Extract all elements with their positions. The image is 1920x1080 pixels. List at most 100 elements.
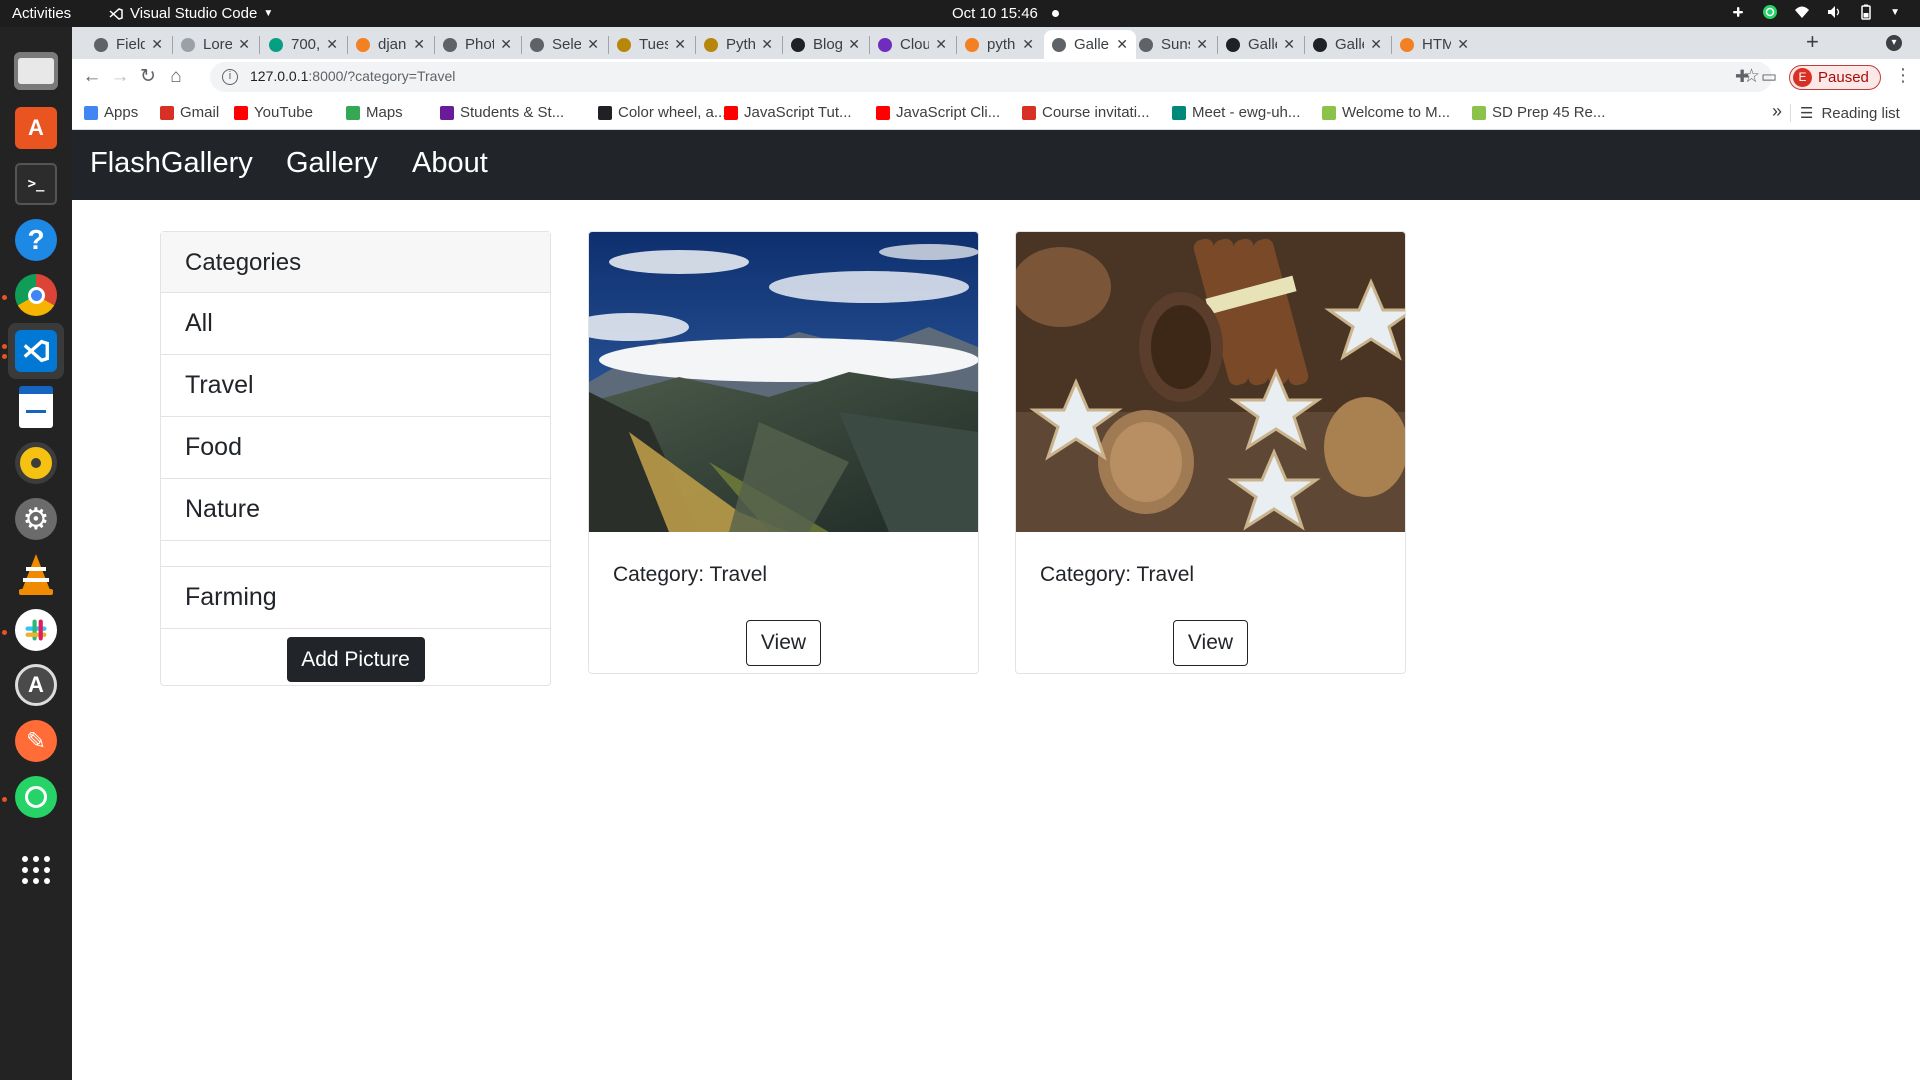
clock[interactable]: Oct 10 15:46 <box>952 5 1038 22</box>
bookmark-item[interactable]: Welcome to M... <box>1322 104 1450 121</box>
app-menu[interactable]: Visual Studio Code ▼ <box>108 5 273 22</box>
dock-slack[interactable] <box>8 602 64 658</box>
tab-strip: FieldE✕Lorem✕700,00✕djang✕Photo✕Select✕T… <box>72 27 1920 59</box>
browser-tab[interactable]: Galler ✕ <box>1218 30 1303 59</box>
bookmark-item[interactable]: Color wheel, a... <box>598 104 726 121</box>
profile-button[interactable]: E Paused <box>1789 65 1881 90</box>
browser-tab[interactable]: Lorem ✕ <box>173 30 258 59</box>
category-travel[interactable]: Travel <box>161 355 550 417</box>
bookmark-favicon-icon <box>440 105 454 120</box>
tab-close-icon[interactable]: ✕ <box>151 36 163 53</box>
browser-tab[interactable]: HTML ✕ <box>1392 30 1477 59</box>
dock-vlc[interactable] <box>8 546 64 602</box>
dock-settings[interactable]: ⚙ <box>8 491 64 547</box>
dock-vscode[interactable] <box>8 323 64 379</box>
category-empty[interactable] <box>161 541 550 567</box>
browser-tab[interactable]: Sunsp ✕ <box>1131 30 1216 59</box>
bookmark-item[interactable]: Students & St... <box>440 104 564 121</box>
tab-close-icon[interactable]: ✕ <box>1196 36 1208 53</box>
browser-tab[interactable]: Cloud ✕ <box>870 30 955 59</box>
browser-tab[interactable]: Tuesd ✕ <box>609 30 694 59</box>
files-icon <box>14 52 58 90</box>
bookmark-item[interactable]: Apps <box>84 104 138 121</box>
bookmark-item[interactable]: SD Prep 45 Re... <box>1472 104 1605 121</box>
browser-tab[interactable]: 700,00 ✕ <box>261 30 346 59</box>
tab-close-icon[interactable]: ✕ <box>238 36 250 53</box>
system-tray[interactable]: ▼ <box>1730 4 1900 20</box>
tab-close-icon[interactable]: ✕ <box>500 36 512 53</box>
tab-close-icon[interactable]: ✕ <box>413 36 425 53</box>
dock-files[interactable] <box>8 43 64 99</box>
bookmarks-overflow-icon[interactable]: » <box>1772 101 1782 122</box>
bookmark-label: Welcome to M... <box>1342 104 1451 121</box>
url-text[interactable]: 127.0.0.1:8000/?category=Travel <box>250 68 455 84</box>
bookmark-item[interactable]: YouTube <box>234 104 313 121</box>
address-bar[interactable]: i 127.0.0.1:8000/?category=Travel ☆ <box>210 62 1772 92</box>
reading-list-button[interactable]: ☰ Reading list <box>1800 104 1900 123</box>
dock-writer[interactable] <box>8 379 64 435</box>
activities-button[interactable]: Activities <box>12 5 71 22</box>
tab-close-icon[interactable]: ✕ <box>1283 36 1295 53</box>
dock-software[interactable]: A <box>8 100 64 156</box>
tab-favicon-icon <box>1400 37 1414 52</box>
tab-favicon-icon <box>791 37 805 52</box>
bookmark-item[interactable]: JavaScript Cli... <box>876 104 1000 121</box>
tab-close-icon[interactable]: ✕ <box>848 36 860 53</box>
view-button[interactable]: View <box>1173 620 1248 666</box>
tab-close-icon[interactable]: ✕ <box>1457 36 1469 53</box>
tab-close-icon[interactable]: ✕ <box>761 36 773 53</box>
dock-chrome[interactable] <box>8 267 64 323</box>
show-applications-button[interactable] <box>8 842 64 898</box>
category-nature[interactable]: Nature <box>161 479 550 541</box>
browser-tab[interactable]: pytho ✕ <box>957 30 1042 59</box>
volume-icon <box>1828 6 1840 18</box>
category-all[interactable]: All <box>161 293 550 355</box>
extensions-icon[interactable]: ✚ <box>1735 67 1749 87</box>
browser-tab[interactable]: Blogs ✕ <box>783 30 868 59</box>
nav-gallery[interactable]: Gallery <box>286 147 378 180</box>
dock-rhythmbox[interactable] <box>8 435 64 491</box>
brand-link[interactable]: FlashGallery <box>90 147 253 180</box>
bookmark-item[interactable]: Gmail <box>160 104 219 121</box>
browser-tab[interactable]: Pytho ✕ <box>696 30 781 59</box>
cast-icon[interactable]: ▭ <box>1761 67 1777 87</box>
bookmark-item[interactable]: Maps <box>346 104 403 121</box>
add-picture-button[interactable]: Add Picture <box>286 637 425 682</box>
browser-tab[interactable]: Galler ✕ <box>1305 30 1390 59</box>
site-info-icon[interactable]: i <box>222 69 238 85</box>
tab-close-icon[interactable]: ✕ <box>674 36 686 53</box>
dock-terminal[interactable]: >_ <box>8 156 64 212</box>
tab-close-icon[interactable]: ✕ <box>935 36 947 53</box>
tab-close-icon[interactable]: ✕ <box>1370 36 1382 53</box>
home-button[interactable]: ⌂ <box>164 65 188 89</box>
tab-close-icon[interactable]: ✕ <box>1022 36 1034 53</box>
nav-about[interactable]: About <box>412 147 488 180</box>
browser-tab[interactable]: Select ✕ <box>522 30 607 59</box>
tab-close-icon[interactable]: ✕ <box>1116 36 1128 53</box>
mountain-landscape-image[interactable] <box>589 232 978 532</box>
forward-button[interactable]: → <box>108 65 132 89</box>
dock-help[interactable]: ? <box>8 212 64 268</box>
dock-postman[interactable]: ✎ <box>8 713 64 769</box>
category-food[interactable]: Food <box>161 417 550 479</box>
browser-tab[interactable]: Photo ✕ <box>435 30 520 59</box>
bookmark-item[interactable]: Course invitati... <box>1022 104 1150 121</box>
view-button[interactable]: View <box>746 620 821 666</box>
cinnamon-walnuts-stars-image[interactable] <box>1016 232 1405 532</box>
bookmark-favicon-icon <box>346 105 360 120</box>
category-farming[interactable]: Farming <box>161 567 550 629</box>
bookmark-item[interactable]: JavaScript Tut... <box>724 104 852 121</box>
tab-close-icon[interactable]: ✕ <box>326 36 338 53</box>
tab-search-icon[interactable]: ▾ <box>1886 35 1902 51</box>
browser-tab[interactable]: FieldE ✕ <box>86 30 171 59</box>
browser-tab[interactable]: Galler ✕ <box>1044 30 1136 59</box>
new-tab-button[interactable]: + <box>1806 29 1819 55</box>
tab-close-icon[interactable]: ✕ <box>587 36 599 53</box>
dock-whatsapp[interactable] <box>8 769 64 825</box>
back-button[interactable]: ← <box>80 65 104 89</box>
dock-app-installer[interactable]: A <box>8 657 64 713</box>
reload-button[interactable]: ↻ <box>136 65 160 89</box>
bookmark-item[interactable]: Meet - ewg-uh... <box>1172 104 1300 121</box>
chrome-menu-icon[interactable]: ⋮ <box>1894 65 1912 86</box>
browser-tab[interactable]: djang ✕ <box>348 30 433 59</box>
